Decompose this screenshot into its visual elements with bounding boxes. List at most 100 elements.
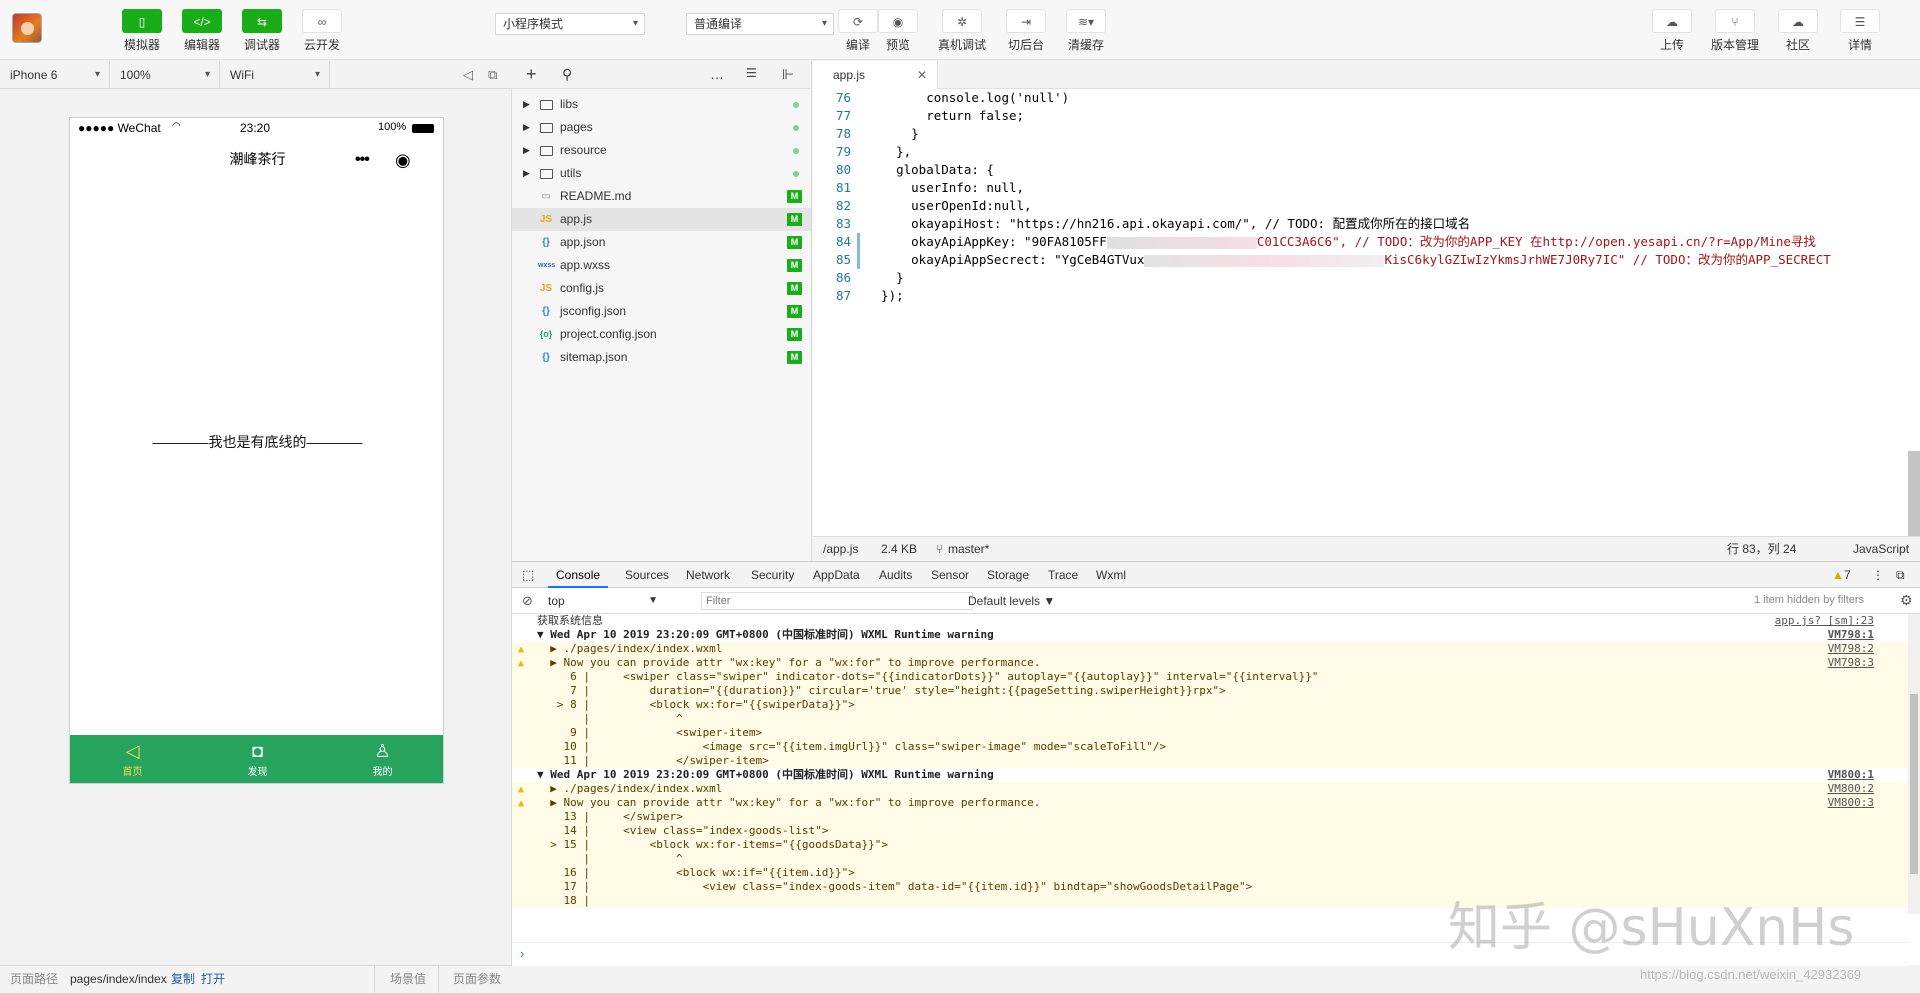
file-app-json[interactable]: {} app.json M [512,231,811,254]
more-icon[interactable]: ••• [355,148,370,172]
tab-mine[interactable]: ♙ 我的 [320,735,443,783]
source-link[interactable]: VM798:3 [1828,656,1874,670]
add-icon[interactable]: + [526,64,537,85]
clear-console-icon[interactable]: ⊘ [522,593,533,609]
code-line: 78 } [835,126,919,141]
background-button[interactable]: ⇥ 切后台 [996,9,1056,53]
js-file-icon: JS [539,283,553,294]
editor-button[interactable]: </> 编辑器 [172,9,232,53]
file-jsconfig-json[interactable]: {} jsconfig.json M [512,300,811,323]
copy-link[interactable]: 复制 [171,966,195,993]
network-select[interactable]: WiFi [220,61,330,89]
details-button[interactable]: ☰ 详情 [1830,9,1890,53]
tab-trace[interactable]: Trace [1048,562,1078,588]
version-manage-button[interactable]: ⑂ 版本管理 [1705,9,1765,53]
source-link[interactable]: VM800:3 [1828,796,1874,810]
upload-button[interactable]: ☁ 上传 [1642,9,1702,53]
tab-audits[interactable]: Audits [879,562,912,588]
tab-storage[interactable]: Storage [987,562,1029,588]
kebab-menu-icon[interactable]: ⋮ [1872,562,1884,588]
cloud-dev-button[interactable]: ∞ 云开发 [292,9,352,53]
preview-button[interactable]: ◉ 预览 [868,9,928,53]
debugger-button[interactable]: ⇆ 调试器 [232,9,292,53]
zoom-select[interactable]: 100% [110,61,220,89]
dock-icon[interactable]: ⧉ [1896,562,1905,588]
inspect-icon[interactable]: ⬚ [522,562,534,588]
folder-pages[interactable]: ▶ pages [512,116,811,139]
file-app-wxss[interactable]: wxss app.wxss M [512,254,811,277]
device-select[interactable]: iPhone 6 [0,61,110,89]
code-line: 77 return false; [835,108,1025,123]
console-line: ▲ ▶ ./pages/index/index.wxml VM800:2 [512,782,1908,796]
send-icon: ◁ [125,741,140,761]
chevron-right-icon: ▶ [523,145,530,155]
open-link[interactable]: 打开 [201,966,225,993]
capsule-menu[interactable]: ••• ◉ [345,148,425,172]
simulator-button[interactable]: ▯ 模拟器 [112,9,172,53]
close-icon[interactable]: ✕ [917,61,927,89]
page-params-button[interactable]: 页面参数 [453,966,501,993]
log-levels-select[interactable]: Default levels ▼ [968,594,1055,608]
tab-home[interactable]: ◁ 首页 [70,735,195,783]
source-link[interactable]: VM798:2 [1828,642,1874,656]
folder-utils[interactable]: ▶ utils [512,162,811,185]
popout-icon[interactable]: ⧉ [488,67,497,83]
user-avatar[interactable] [12,13,42,43]
git-branch-icon[interactable]: ⑂ [936,537,943,561]
console-scrollbar[interactable] [1908,614,1920,914]
tab-console[interactable]: Console [548,562,609,588]
folder-resource[interactable]: ▶ resource [512,139,811,162]
modified-badge: M [787,328,802,341]
language-mode[interactable]: JavaScript [1853,537,1909,561]
tab-discover[interactable]: ◘ 发现 [195,735,320,783]
compile-select[interactable]: 普通编译 [686,13,834,35]
console-line: | ^ [512,852,1908,866]
settings-gear-icon[interactable]: ⚙ [1900,592,1913,609]
file-size: 2.4 KB [881,542,918,556]
more-horizontal-icon[interactable]: … [710,66,724,82]
split-layout-icon[interactable]: ⊩ [782,66,794,83]
tab-wxml[interactable]: Wxml [1096,562,1126,588]
file-app-js[interactable]: JS app.js M [512,208,811,231]
file-config-js[interactable]: JS config.js M [512,277,811,300]
warning-icon[interactable]: ▲ [1832,562,1844,588]
context-select[interactable]: top ▼ [544,591,662,611]
tab-appdata[interactable]: AppData [813,562,860,588]
code-line: 80 globalData: { [835,162,994,177]
camera-icon: ◘ [252,741,263,761]
console-line: 9 | <swiper-item> [512,726,1908,740]
warning-count[interactable]: 7 [1844,562,1851,588]
scene-value-button[interactable]: 场景值 [390,966,426,993]
source-link[interactable]: VM800:1 [1828,768,1874,782]
file-readme[interactable]: ▭ README.md M [512,185,811,208]
clear-cache-button[interactable]: ≋▾ 清缓存 [1056,9,1116,53]
tab-sensor[interactable]: Sensor [931,562,969,588]
tab-app-js[interactable]: app.js ✕ [813,61,938,89]
tab-network[interactable]: Network [686,562,730,588]
remote-debug-button[interactable]: ✲ 真机调试 [932,9,992,53]
cursor-position[interactable]: 行 83，列 24 [1727,537,1796,561]
console-filter-input[interactable] [701,592,973,610]
source-link[interactable]: VM800:2 [1828,782,1874,796]
source-link[interactable]: VM798:1 [1828,628,1874,642]
community-button[interactable]: ☁ 社区 [1768,9,1828,53]
git-branch[interactable]: master* [948,537,989,561]
source-link[interactable]: app.js? [sm]:23 [1775,614,1874,628]
tab-sources[interactable]: Sources [625,562,669,588]
sound-icon[interactable]: ◁ [463,67,473,83]
json-file-icon: {} [542,306,550,317]
explorer-header: + ⚲ … ☰ ⊩ [512,61,811,89]
console-line: ▼ Wed Apr 10 2019 23:20:09 GMT+0800 (中国标… [537,768,1874,782]
search-icon[interactable]: ⚲ [562,66,572,83]
collapse-icon[interactable]: ☰ [746,66,757,80]
console-line: 13 | </swiper> [512,810,1908,824]
code-area[interactable]: 76 console.log('null') 77 return false; … [813,89,1903,509]
phone-screen: ●●●●● WeChat ◠ 23:20 100% 潮峰茶行 ••• ◉ ———… [69,117,444,784]
folder-libs[interactable]: ▶ libs [512,93,811,116]
file-project-config-json[interactable]: {o} project.config.json M [512,323,811,346]
tab-security[interactable]: Security [751,562,794,588]
file-sitemap-json[interactable]: {} sitemap.json M [512,346,811,369]
mode-select[interactable]: 小程序模式 [495,13,645,35]
close-target-icon[interactable]: ◉ [395,148,411,172]
code-line: 79 }, [835,144,912,159]
